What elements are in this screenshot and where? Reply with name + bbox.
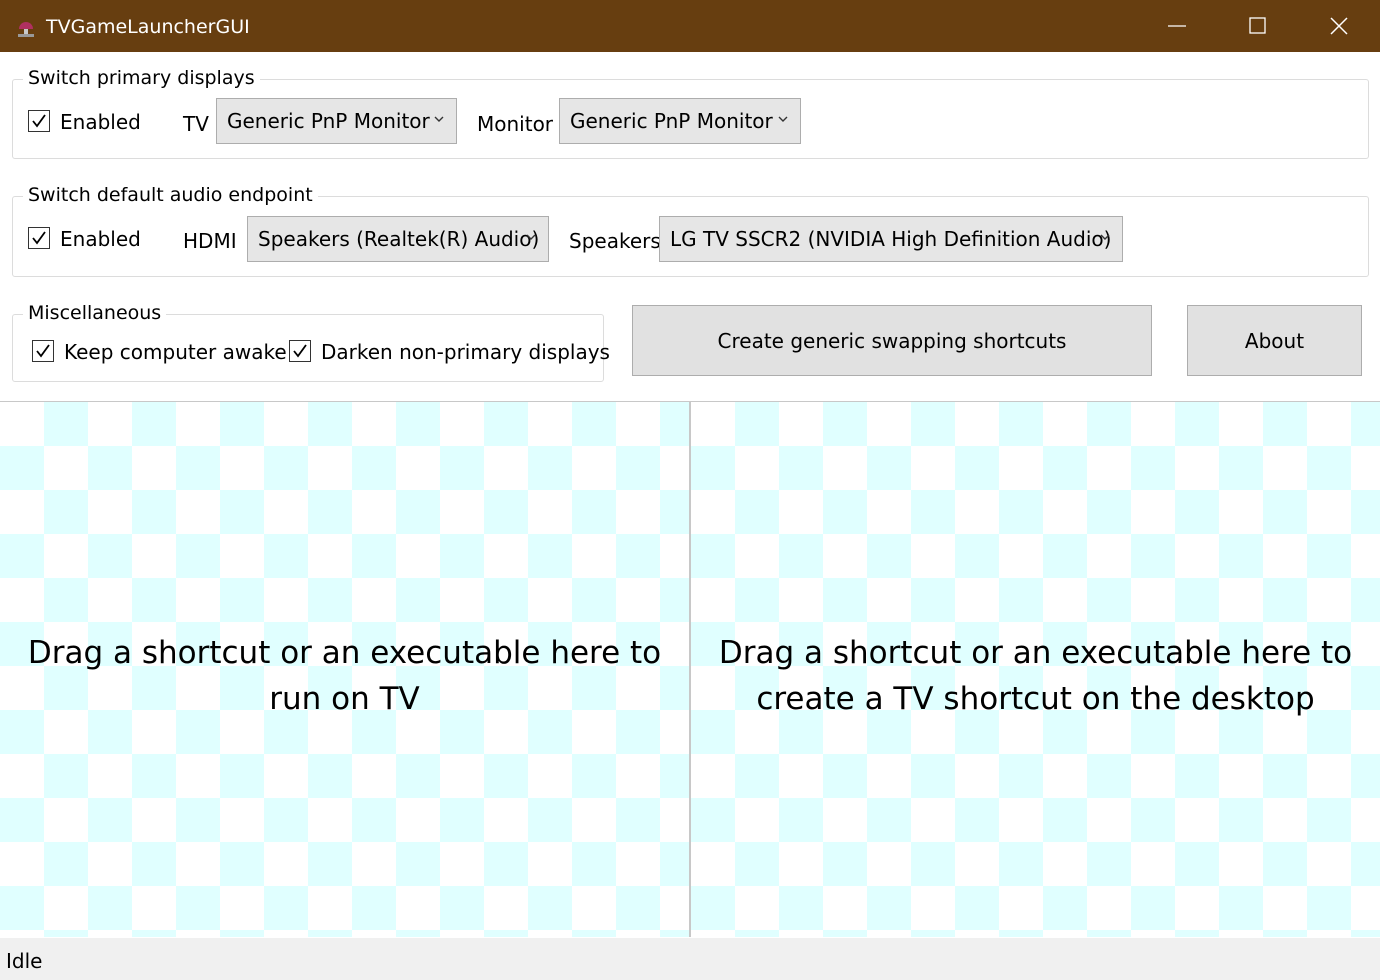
keep-awake-checkbox[interactable] [32, 340, 54, 362]
primary-displays-enabled-label: Enabled [60, 110, 141, 134]
group-legend: Switch default audio endpoint [23, 183, 318, 207]
audio-enabled-checkbox[interactable] [28, 227, 50, 249]
monitor-display-value: Generic PnP Monitor [570, 109, 773, 133]
chevron-down-icon [1100, 234, 1110, 240]
group-legend: Switch primary displays [23, 66, 260, 90]
group-legend: Miscellaneous [23, 301, 167, 325]
status-text: Idle [6, 949, 43, 973]
keep-awake-label: Keep computer awake [64, 340, 287, 364]
title-bar[interactable]: TVGameLauncherGUI [0, 0, 1380, 52]
window-title: TVGameLauncherGUI [46, 16, 250, 38]
run-on-tv-dropzone-text: Drag a shortcut or an executable here to… [27, 635, 662, 717]
chevron-down-icon [778, 116, 788, 122]
create-shortcut-dropzone[interactable]: Drag a shortcut or an executable here to… [691, 402, 1380, 937]
audio-enabled-label: Enabled [60, 227, 141, 251]
speakers-label: Speakers [569, 229, 661, 253]
primary-displays-enabled-checkbox[interactable] [28, 110, 50, 132]
close-button[interactable] [1299, 0, 1379, 52]
lamp-icon [14, 15, 38, 39]
create-shortcut-dropzone-text: Drag a shortcut or an executable here to… [718, 635, 1353, 717]
monitor-label: Monitor [477, 112, 554, 136]
status-bar: Idle [0, 938, 1380, 980]
create-shortcuts-button[interactable]: Create generic swapping shortcuts [632, 305, 1152, 376]
tv-display-select[interactable]: Generic PnP Monitor [216, 98, 457, 144]
hdmi-audio-select[interactable]: Speakers (Realtek(R) Audio) [247, 216, 549, 262]
speakers-audio-select[interactable]: LG TV SSCR2 (NVIDIA High Definition Audi… [659, 216, 1123, 262]
darken-displays-checkbox[interactable] [289, 340, 311, 362]
about-button[interactable]: About [1187, 305, 1362, 376]
chevron-down-icon [526, 234, 536, 240]
maximize-button[interactable] [1218, 0, 1298, 52]
speakers-audio-value: LG TV SSCR2 (NVIDIA High Definition Audi… [670, 227, 1112, 251]
tv-display-value: Generic PnP Monitor [227, 109, 430, 133]
monitor-display-select[interactable]: Generic PnP Monitor [559, 98, 801, 144]
chevron-down-icon [434, 116, 444, 122]
minimize-button[interactable] [1137, 0, 1217, 52]
run-on-tv-dropzone[interactable]: Drag a shortcut or an executable here to… [0, 402, 689, 937]
darken-displays-label: Darken non-primary displays [321, 340, 610, 364]
hdmi-audio-value: Speakers (Realtek(R) Audio) [258, 227, 540, 251]
tv-label: TV [183, 112, 209, 136]
hdmi-label: HDMI [183, 229, 237, 253]
